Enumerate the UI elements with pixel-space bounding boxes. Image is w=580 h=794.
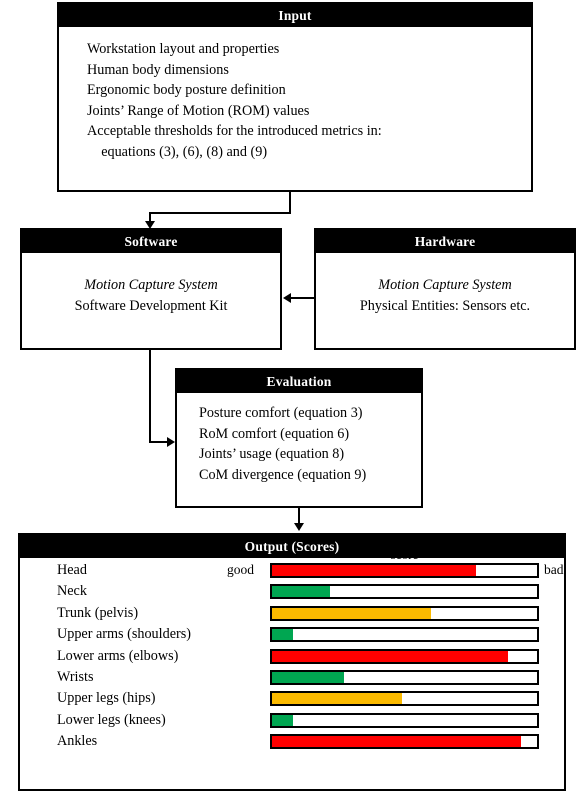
hardware-box: Hardware Motion Capture System Physical … — [314, 228, 576, 350]
hardware-line-italic: Motion Capture System — [378, 277, 512, 293]
score-bar-fill — [272, 671, 344, 683]
hardware-line-plain: Physical Entities: Sensors etc. — [359, 297, 531, 314]
score-bar-fill — [272, 586, 331, 598]
hardware-box-body: Motion Capture System Physical Entities:… — [316, 253, 574, 324]
score-track — [270, 605, 539, 621]
hardware-box-title: Hardware — [316, 230, 574, 253]
score-row: Lower arms (elbows) — [20, 646, 564, 667]
output-scores-box: Output (Scores) score good bad Head Neck… — [18, 533, 566, 791]
input-line: equations (3), (6), (8) and (9) — [87, 143, 268, 160]
evaluation-box-title: Evaluation — [177, 370, 421, 393]
score-row-label: Lower arms (elbows) — [57, 647, 179, 664]
connector-input-vertical — [289, 192, 291, 214]
score-row: Ankles — [20, 731, 564, 752]
input-box-body: Workstation layout and properties Human … — [59, 27, 531, 170]
score-bar-fill — [272, 607, 431, 619]
score-row-label: Trunk (pelvis) — [57, 604, 139, 621]
evaluation-box: Evaluation Posture comfort (equation 3) … — [175, 368, 423, 508]
score-track — [270, 691, 539, 707]
input-line: Human body dimensions — [87, 61, 229, 78]
arrow-hardware-to-software-icon — [283, 293, 291, 303]
score-row: Wrists — [20, 667, 564, 688]
input-line: Joints’ Range of Motion (ROM) values — [87, 102, 310, 119]
evaluation-line: Joints’ usage (equation 8) — [199, 446, 345, 462]
score-bar-fill — [272, 693, 402, 705]
score-track — [270, 669, 539, 685]
input-box-title: Input — [59, 4, 531, 27]
score-row-label: Head — [57, 562, 87, 578]
score-bar-fill — [272, 629, 294, 641]
software-line-plain: Software Development Kit — [74, 297, 228, 314]
input-box: Input Workstation layout and properties … — [57, 2, 533, 192]
score-track — [270, 627, 539, 643]
score-track — [270, 563, 539, 578]
score-track — [270, 734, 539, 750]
score-row: Upper legs (hips) — [20, 688, 564, 709]
score-bar-fill — [272, 650, 508, 662]
score-track — [270, 712, 539, 728]
score-bar-fill — [272, 714, 294, 726]
score-row: Neck — [20, 581, 564, 602]
software-box-body: Motion Capture System Software Developme… — [22, 253, 280, 324]
score-row: Trunk (pelvis) — [20, 603, 564, 624]
score-bar-fill — [272, 736, 522, 748]
score-track — [270, 584, 539, 600]
connector-hardware-to-software — [291, 297, 314, 299]
score-row: Lower legs (knees) — [20, 710, 564, 731]
software-box: Software Motion Capture System Software … — [20, 228, 282, 350]
input-line: Workstation layout and properties — [87, 41, 280, 57]
score-track — [270, 648, 539, 664]
software-line-italic: Motion Capture System — [84, 277, 218, 293]
score-bar-fill — [272, 565, 477, 576]
input-line: Ergonomic body posture definition — [87, 82, 286, 98]
connector-software-vertical — [149, 350, 151, 443]
arrow-evaluation-to-output-icon — [294, 523, 304, 531]
score-row: Head — [20, 560, 564, 581]
evaluation-line: Posture comfort (equation 3) — [199, 405, 363, 421]
evaluation-line: RoM comfort (equation 6) — [199, 425, 350, 442]
score-row-label: Neck — [57, 583, 87, 600]
flowchart-diagram: Input Workstation layout and properties … — [0, 0, 580, 794]
score-row: Upper arms (shoulders) — [20, 624, 564, 645]
software-box-title: Software — [22, 230, 280, 253]
input-line: Acceptable thresholds for the introduced… — [87, 123, 382, 139]
connector-input-horizontal — [149, 212, 291, 214]
arrow-software-to-evaluation-icon — [167, 437, 175, 447]
evaluation-line: CoM divergence (equation 9) — [199, 466, 367, 483]
score-row-label: Ankles — [57, 733, 98, 750]
score-row-label: Wrists — [57, 668, 94, 685]
score-row-label: Upper arms (shoulders) — [57, 626, 191, 643]
evaluation-box-body: Posture comfort (equation 3) RoM comfort… — [177, 393, 421, 493]
score-row-label: Lower legs (knees) — [57, 711, 166, 728]
score-chart: score good bad Head Neck Trunk (pelvis) — [20, 547, 564, 753]
score-row-label: Upper legs (hips) — [57, 690, 156, 707]
